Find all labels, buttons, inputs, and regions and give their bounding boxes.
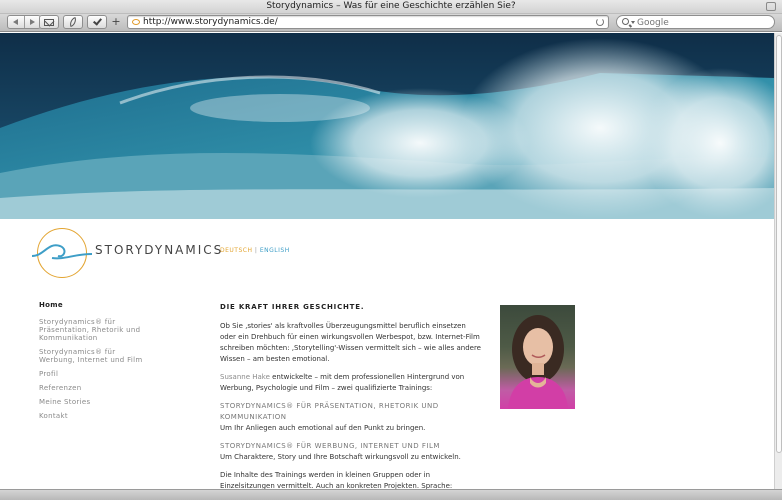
resize-icon[interactable] [766,2,776,11]
trainer-name-link[interactable]: Susanne Hake [220,373,270,381]
main-content: DIE KRAFT IHRER GESCHICHTE. Ob Sie ‚stor… [220,303,483,489]
window-titlebar: Storydynamics – Was für eine Geschichte … [0,0,782,14]
back-icon [13,19,19,25]
lang-deutsch-link[interactable]: DEUTSCH [220,247,252,254]
sidebar-nav: Home Storydynamics® für Präsentation, Rh… [39,301,149,426]
wave-illustration [0,33,774,219]
plus-icon: + [111,15,121,28]
scrollbar-thumb[interactable] [776,35,782,453]
forward-button[interactable] [23,16,40,28]
lang-english-link[interactable]: ENGLISH [260,247,290,254]
feather-button[interactable] [63,15,83,29]
language-switcher: DEUTSCH | ENGLISH [220,247,290,254]
sidebar-item-praesentation[interactable]: Storydynamics® für Präsentation, Rhetori… [39,318,149,342]
browser-toolbar: + http://www.storydynamics.de/ [0,14,782,32]
training-2: STORYDYNAMICS® FÜR WERBUNG, INTERNET UND… [220,441,483,463]
sidebar-item-profil[interactable]: Profil [39,370,149,378]
sidebar-item-referenzen[interactable]: Referenzen [39,384,149,392]
url-text[interactable]: http://www.storydynamics.de/ [143,17,278,27]
sidebar-item-meine-stories[interactable]: Meine Stories [39,398,149,406]
portrait-photo [500,305,575,409]
training-1: STORYDYNAMICS® FÜR PRÄSENTATION, RHETORI… [220,401,483,434]
page-heading: DIE KRAFT IHRER GESCHICHTE. [220,303,365,311]
lang-separator: | [254,247,258,254]
reload-icon[interactable] [596,18,604,26]
window-title: Storydynamics – Was für eine Geschichte … [266,1,516,11]
sidebar-item-werbung[interactable]: Storydynamics® für Werbung, Internet und… [39,348,149,364]
status-bar [0,489,782,500]
sidebar-item-kontakt[interactable]: Kontakt [39,412,149,420]
search-box[interactable] [616,15,775,29]
back-button[interactable] [8,16,24,28]
back-forward-group [7,15,41,29]
magnifier-icon [622,18,629,25]
training-2-title[interactable]: STORYDYNAMICS® FÜR WERBUNG, INTERNET UND… [220,442,440,450]
mail-icon [44,18,54,26]
checkmark-icon [92,16,102,26]
intro-paragraph: Ob Sie ‚stories' als kraftvolles Überzeu… [220,322,481,363]
favicon [132,19,140,25]
search-input[interactable] [637,17,769,28]
feather-icon [67,16,79,28]
add-bookmark-button[interactable]: + [111,16,121,28]
checkmark-button[interactable] [87,15,107,29]
forward-icon [29,19,35,25]
trainer-paragraph: Susanne Hake entwickelte – mit dem profe… [220,372,483,394]
sidebar-item-home[interactable]: Home [39,301,149,309]
address-bar[interactable]: http://www.storydynamics.de/ [127,15,609,29]
search-engine-caret-icon[interactable] [631,21,635,24]
training-1-text: Um Ihr Anliegen auch emotional auf den P… [220,424,426,432]
hero-wave-image [0,33,774,219]
training-1-title[interactable]: STORYDYNAMICS® FÜR PRÄSENTATION, RHETORI… [220,402,439,421]
mail-button[interactable] [39,15,59,29]
logo-wave-icon [31,244,93,260]
brand-name[interactable]: STORYDYNAMICS [95,243,223,257]
vertical-scrollbar[interactable] [774,33,782,489]
web-page: STORYDYNAMICS DEUTSCH | ENGLISH Home Sto… [0,33,774,489]
closing-paragraph: Die Inhalte des Trainings werden in klei… [220,471,453,489]
portrait-illustration [508,315,568,409]
training-2-text: Um Charaktere, Story und Ihre Botschaft … [220,453,461,461]
